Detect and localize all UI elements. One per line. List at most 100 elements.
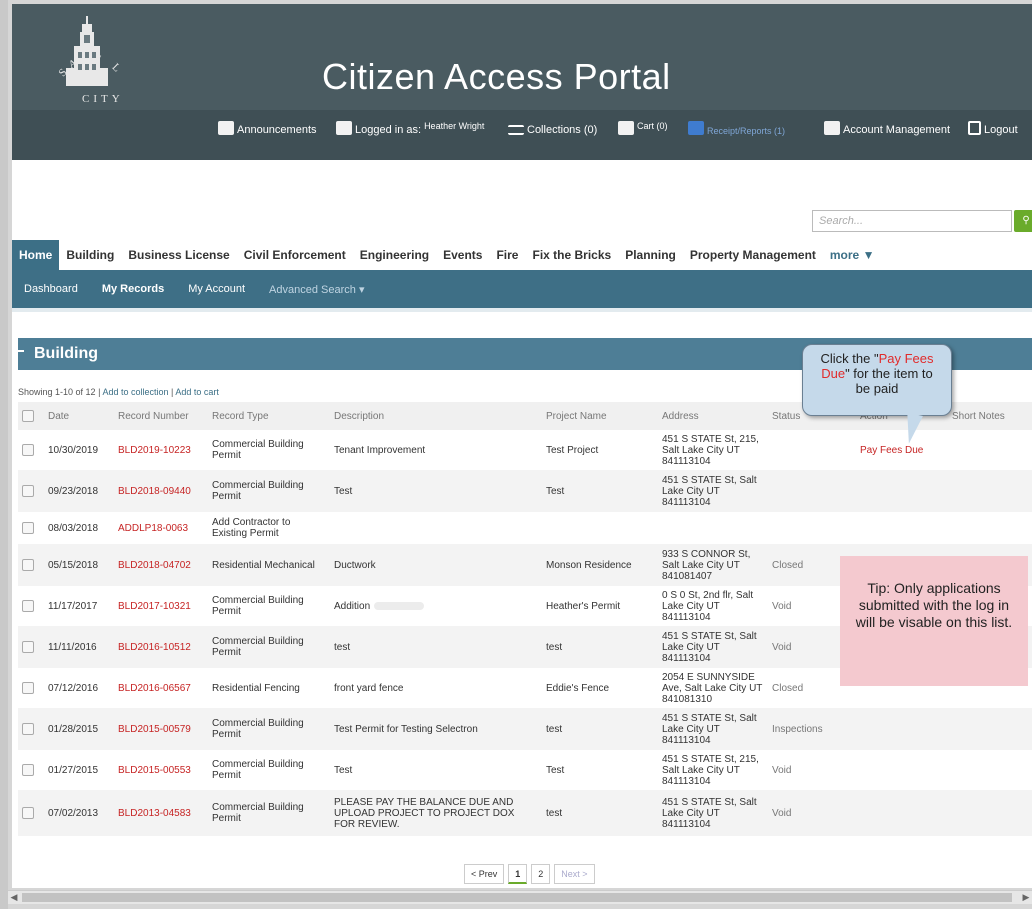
row-checkbox[interactable]: [22, 641, 34, 653]
col-date[interactable]: Date: [44, 402, 114, 430]
tab-events[interactable]: Events: [436, 240, 489, 270]
row-checkbox[interactable]: [22, 723, 34, 735]
add-to-collection-link[interactable]: Add to collection: [102, 387, 168, 397]
subnav-dashboard[interactable]: Dashboard: [12, 283, 90, 295]
tab-more[interactable]: more ▼: [823, 240, 882, 270]
next-page-button[interactable]: Next >: [554, 864, 595, 884]
row-description: PLEASE PAY THE BALANCE DUE AND UPLOAD PR…: [334, 796, 515, 830]
record-number-link[interactable]: BLD2019-10223: [118, 445, 191, 456]
row-checkbox[interactable]: [22, 764, 34, 776]
record-number-link[interactable]: BLD2015-00553: [118, 765, 191, 776]
scroll-right-icon[interactable]: ▶: [1020, 891, 1032, 904]
page-2-button[interactable]: 2: [531, 864, 551, 884]
record-number-link[interactable]: BLD2018-04702: [118, 560, 191, 571]
row-checkbox[interactable]: [22, 559, 34, 571]
tab-home[interactable]: Home: [12, 240, 60, 270]
account-management-link[interactable]: Account Management: [824, 110, 950, 136]
user-icon: [336, 121, 352, 135]
scrollbar-thumb[interactable]: [22, 893, 1012, 902]
row-status: Void: [772, 600, 792, 612]
collapse-icon[interactable]: [18, 350, 24, 352]
row-short-notes: [948, 790, 1032, 836]
search-button[interactable]: ⚲: [1014, 210, 1032, 232]
page-1-button[interactable]: 1: [508, 864, 528, 884]
row-date: 01/28/2015: [48, 723, 99, 735]
row-checkbox[interactable]: [22, 444, 34, 456]
row-address: 0 S 0 St, 2nd flr, Salt Lake City UT 841…: [662, 589, 754, 623]
col-record-number[interactable]: Record Number: [114, 402, 208, 430]
list-icon: [508, 125, 524, 135]
tab-fire[interactable]: Fire: [489, 240, 525, 270]
row-date: 07/12/2016: [48, 682, 99, 694]
row-status: Inspections: [772, 723, 823, 735]
row-date: 05/15/2018: [48, 559, 99, 571]
row-address: [658, 512, 768, 544]
subnav-my-account[interactable]: My Account: [176, 283, 257, 295]
announcements-link[interactable]: Announcements: [218, 110, 317, 136]
col-address[interactable]: Address: [658, 402, 768, 430]
row-record-type: Commercial Building Permit: [212, 718, 304, 740]
tab-engineering[interactable]: Engineering: [353, 240, 436, 270]
col-short-notes: Short Notes: [952, 410, 1005, 422]
record-number-link[interactable]: BLD2015-00579: [118, 724, 191, 735]
collections-link[interactable]: Collections (0): [508, 110, 597, 136]
receipt-reports-link[interactable]: Receipt/Reports (1): [688, 110, 785, 136]
col-record-type[interactable]: Record Type: [208, 402, 330, 430]
table-row: 09/23/2018 BLD2018-09440 Commercial Buildi…: [18, 470, 1032, 512]
tab-planning[interactable]: Planning: [618, 240, 683, 270]
record-number-link[interactable]: BLD2016-06567: [118, 683, 191, 694]
add-to-cart-link[interactable]: Add to cart: [175, 387, 219, 397]
section-title: Building: [34, 345, 98, 362]
record-number-link[interactable]: BLD2018-09440: [118, 486, 191, 497]
tab-business-license[interactable]: Business License: [121, 240, 236, 270]
user-name[interactable]: Heather Wright: [424, 121, 484, 131]
row-checkbox[interactable]: [22, 600, 34, 612]
pay-fees-due-link[interactable]: Pay Fees Due: [860, 445, 923, 456]
row-address: 2054 E SUNNYSIDE Ave, Salt Lake City UT …: [662, 671, 763, 705]
row-date: 08/03/2018: [48, 522, 99, 534]
row-project-name: Monson Residence: [546, 559, 632, 571]
search-input[interactable]: Search...: [812, 210, 1012, 232]
row-date: 01/27/2015: [48, 764, 99, 776]
pagination: < Prev 1 2 Next >: [464, 864, 595, 884]
row-checkbox[interactable]: [22, 807, 34, 819]
row-checkbox[interactable]: [22, 682, 34, 694]
row-status: Closed: [772, 559, 804, 571]
tab-fix-the-bricks[interactable]: Fix the Bricks: [525, 240, 618, 270]
row-checkbox[interactable]: [22, 522, 34, 534]
salt-lake-city-logo: SALT LAKE CITY: [42, 10, 121, 105]
row-address: 451 S STATE St, Salt Lake City UT 841113…: [662, 796, 757, 830]
redacted-text: [374, 601, 425, 610]
row-address: 933 S CONNOR St, Salt Lake City UT 84108…: [662, 548, 751, 582]
site-header: SALT LAKE CITY Citizen Access Portal Ann…: [12, 4, 1032, 160]
table-row: 08/03/2018 ADDLP18-0063 Add Contractor to …: [18, 512, 1032, 544]
row-checkbox[interactable]: [22, 485, 34, 497]
scroll-left-icon[interactable]: ◀: [8, 891, 20, 904]
logout-link[interactable]: Logout: [968, 110, 1018, 136]
subnav-advanced-search[interactable]: Advanced Search ▾: [257, 283, 376, 296]
row-address: 451 S STATE St, Salt Lake City UT 841113…: [662, 474, 757, 508]
tab-civil-enforcement[interactable]: Civil Enforcement: [237, 240, 353, 270]
cart-link[interactable]: Cart (0): [618, 110, 668, 136]
row-record-type: Commercial Building Permit: [212, 480, 304, 502]
row-date: 10/30/2019: [48, 444, 99, 456]
record-number-link[interactable]: BLD2016-10512: [118, 642, 191, 653]
horizontal-scrollbar[interactable]: ◀ ▶: [8, 890, 1032, 904]
record-number-link[interactable]: BLD2017-10321: [118, 601, 191, 612]
tab-building[interactable]: Building: [59, 240, 121, 270]
record-number-link[interactable]: ADDLP18-0063: [118, 523, 188, 534]
col-description[interactable]: Description: [330, 402, 542, 430]
row-address: 451 S STATE St, Salt Lake City UT 841113…: [662, 712, 757, 746]
table-row: 01/28/2015 BLD2015-00579 Commercial Buildi…: [18, 708, 1032, 750]
subnav-my-records[interactable]: My Records: [90, 283, 176, 295]
row-record-type: Commercial Building Permit: [212, 759, 304, 781]
account-icon: [824, 121, 840, 135]
prev-page-button[interactable]: < Prev: [464, 864, 505, 884]
row-project-name: Test: [546, 485, 565, 497]
row-description: Addition: [334, 600, 371, 612]
row-description: Test: [334, 485, 353, 497]
col-project-name[interactable]: Project Name: [542, 402, 658, 430]
select-all-checkbox[interactable]: [22, 410, 34, 422]
tab-property-management[interactable]: Property Management: [683, 240, 823, 270]
record-number-link[interactable]: BLD2013-04583: [118, 808, 191, 819]
